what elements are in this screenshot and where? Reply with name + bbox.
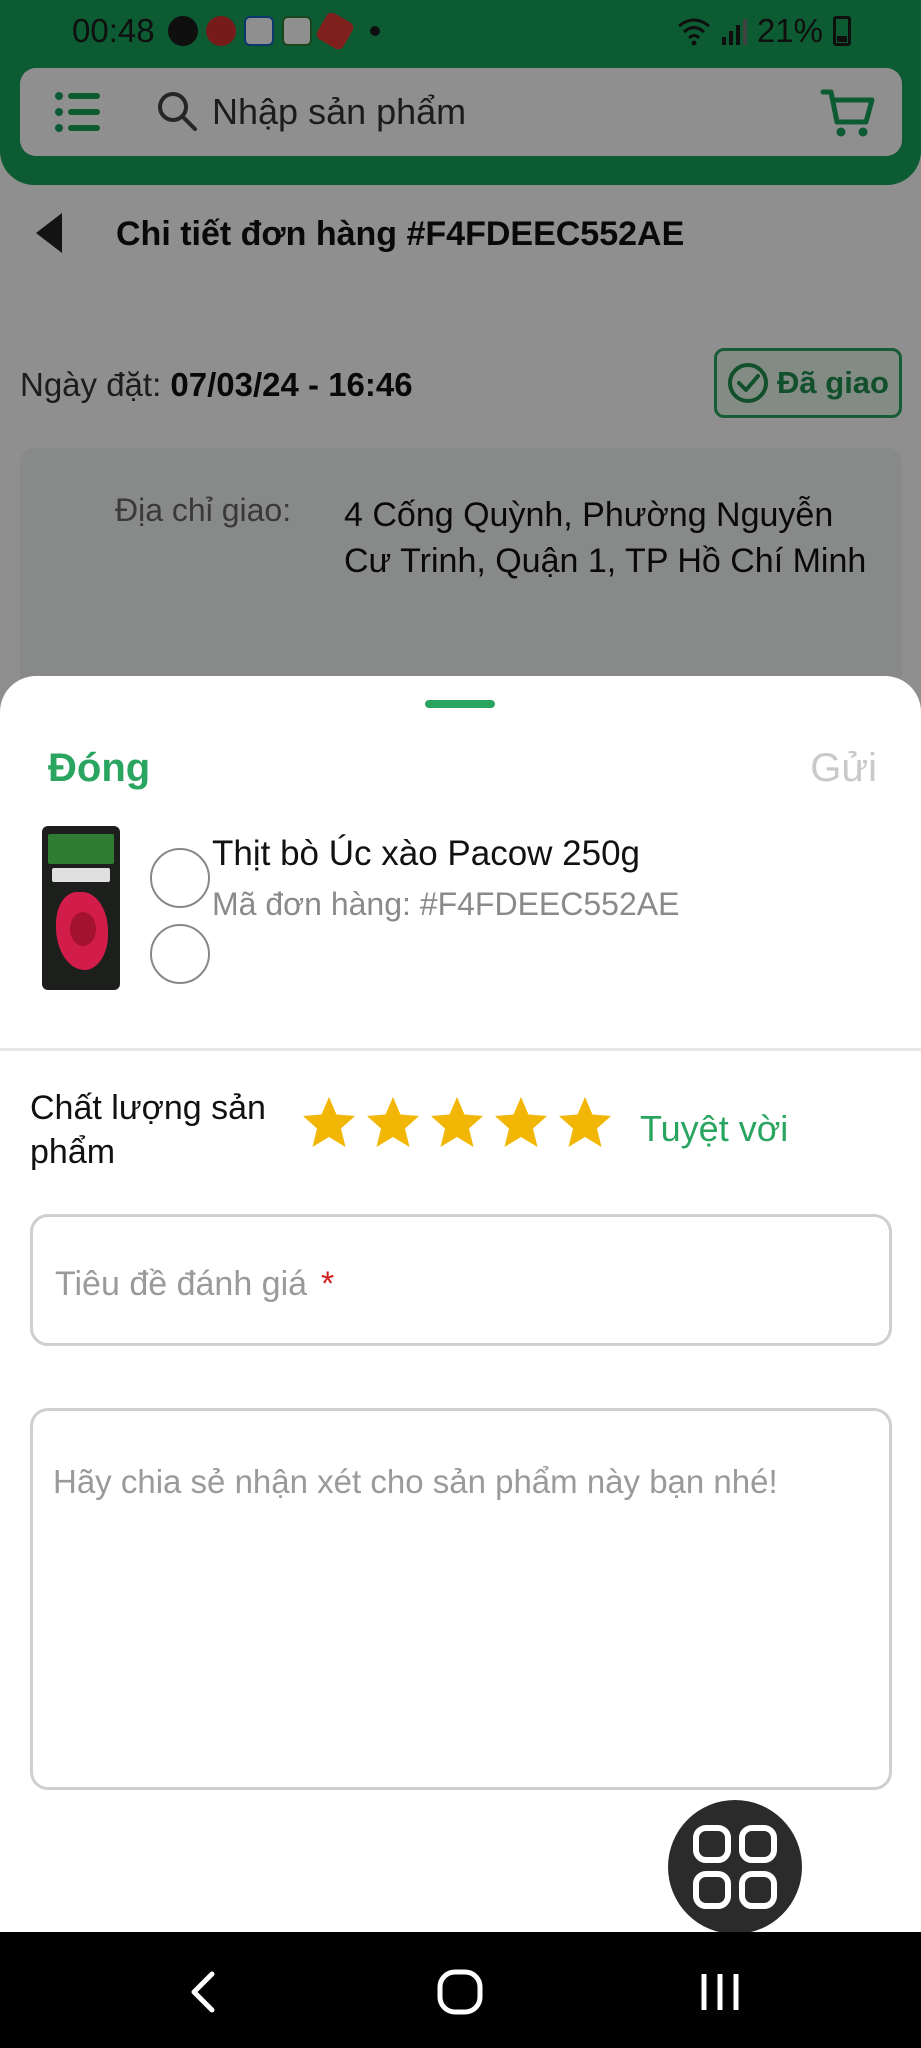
apps-grid-button[interactable] xyxy=(668,1800,802,1934)
star-icon[interactable] xyxy=(492,1094,550,1152)
rating-text: Tuyệt vời xyxy=(640,1108,789,1149)
nav-back-icon[interactable] xyxy=(178,1966,230,2018)
review-comment-placeholder: Hãy chia sẻ nhận xét cho sản phẩm này bạ… xyxy=(53,1463,778,1500)
divider xyxy=(0,1048,921,1051)
review-bottom-sheet: Đóng Gửi Thịt bò Úc xào Pacow 250g Mã đơ… xyxy=(0,676,921,1932)
send-button[interactable]: Gửi xyxy=(810,746,877,791)
review-comment-field[interactable]: Hãy chia sẻ nhận xét cho sản phẩm này bạ… xyxy=(30,1408,892,1790)
required-mark: * xyxy=(321,1265,335,1303)
review-title-placeholder: Tiêu đề đánh giá * xyxy=(55,1265,334,1304)
nav-recent-icon[interactable] xyxy=(694,1966,746,2018)
quality-label: Chất lượng sản phẩm xyxy=(30,1089,266,1171)
review-title-field[interactable]: Tiêu đề đánh giá * xyxy=(30,1214,892,1346)
product-name: Thịt bò Úc xào Pacow 250g xyxy=(212,834,641,873)
star-icon[interactable] xyxy=(364,1094,422,1152)
sheet-drag-handle[interactable] xyxy=(425,700,495,708)
certification-badge xyxy=(150,848,210,908)
origin-badge xyxy=(150,924,210,984)
product-summary: Thịt bò Úc xào Pacow 250g Mã đơn hàng: #… xyxy=(0,826,921,1006)
android-nav-bar xyxy=(0,1932,921,2048)
review-title-placeholder-text: Tiêu đề đánh giá xyxy=(55,1265,308,1303)
star-rating xyxy=(300,1094,614,1152)
apps-grid-icon xyxy=(693,1825,777,1909)
close-button[interactable]: Đóng xyxy=(48,746,150,791)
order-code: Mã đơn hàng: #F4FDEEC552AE xyxy=(212,886,680,922)
star-icon[interactable] xyxy=(556,1094,614,1152)
product-image xyxy=(42,826,120,990)
star-icon[interactable] xyxy=(300,1094,358,1152)
nav-home-icon[interactable] xyxy=(434,1966,486,2018)
star-icon[interactable] xyxy=(428,1094,486,1152)
